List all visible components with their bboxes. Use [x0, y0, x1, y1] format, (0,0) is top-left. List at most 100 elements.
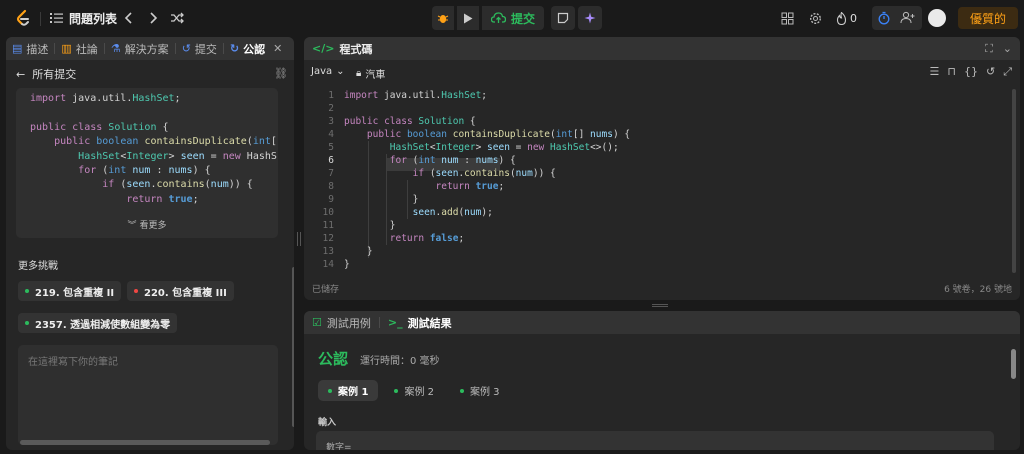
- code-line: 5 HashSet<Integer> seen = new HashSet<>(…: [304, 141, 1020, 154]
- random-problem-button[interactable]: [168, 9, 186, 27]
- vertical-resize-handle[interactable]: [297, 232, 301, 246]
- prev-problem-button[interactable]: [120, 9, 138, 27]
- code-toolbar: Java ⌄ 🔒︎ 汽車 ☰ ⊓ {} ↺ ⤢: [304, 60, 1020, 86]
- case-tab[interactable]: 案例 3: [450, 380, 510, 401]
- left-panel-h-scrollbar[interactable]: [20, 440, 270, 445]
- challenge-chip[interactable]: 219. 包含重複 II: [18, 281, 122, 301]
- result-scrollbar[interactable]: [1011, 349, 1016, 379]
- code-line: 7 if (seen.contains(num)) {: [304, 167, 1020, 180]
- problem-list-button[interactable]: 問題列表: [50, 9, 117, 27]
- share-link-icon[interactable]: ⛓: [274, 67, 288, 80]
- case-tab[interactable]: 案例 1: [318, 380, 379, 401]
- back-to-all-submissions[interactable]: ← 所有提交: [16, 66, 76, 82]
- braces-icon[interactable]: {}: [964, 65, 978, 79]
- pass-dot: [394, 388, 399, 393]
- timer-group: [872, 6, 922, 30]
- tab-test-result[interactable]: >_ 測試結果: [380, 311, 460, 334]
- tab-editorial[interactable]: ▥ 社論: [55, 37, 103, 60]
- code-line: 4 public boolean containsDuplicate(int[]…: [304, 128, 1020, 141]
- difficulty-dot: [25, 321, 29, 325]
- layout-button[interactable]: [778, 9, 796, 27]
- line-text: import java.util.HashSet;: [344, 90, 488, 101]
- notes-textarea[interactable]: 在這裡寫下你的筆記: [18, 345, 278, 445]
- fullscreen-icon[interactable]: ⛶: [985, 42, 993, 56]
- line-number: 14: [322, 259, 334, 270]
- terminal-icon: >_: [387, 316, 403, 329]
- line-number: 12: [322, 233, 334, 244]
- pass-dot: [328, 388, 332, 393]
- cursor-position: 6 號卷，26 號地: [944, 285, 1012, 295]
- ai-assist-button[interactable]: [578, 6, 603, 30]
- streak-counter[interactable]: 0: [836, 9, 857, 27]
- reset-icon[interactable]: ↺: [986, 65, 995, 79]
- tab-testcase[interactable]: ☑ 測試用例: [304, 311, 379, 334]
- case-tabs: 案例 1 案例 2 案例 3: [318, 380, 510, 401]
- see-more-label: 看更多: [139, 221, 167, 231]
- format-icon[interactable]: ☰: [930, 65, 940, 79]
- challenge-chip[interactable]: 2357. 透過相減使數組變為零: [18, 313, 178, 333]
- history-icon: ↺: [181, 42, 191, 55]
- submit-label: 提交: [511, 11, 536, 26]
- debug-button[interactable]: [432, 6, 454, 30]
- tab-accepted-label: 公認: [243, 42, 266, 56]
- left-tabs: ▤ 描述 ▥ 社論 ⚗ 解決方案 ↺ 提交 ↻ 公認 ✕: [6, 37, 294, 60]
- submission-code-line: for (int num : nums) {: [78, 165, 211, 177]
- left-panel-scrollbar[interactable]: [292, 267, 294, 427]
- language-select[interactable]: Java ⌄: [311, 66, 345, 77]
- line-text: }: [344, 194, 419, 205]
- chevron-down-icon[interactable]: ⌄: [1003, 42, 1012, 55]
- settings-button[interactable]: [806, 9, 824, 27]
- code-line: 9 }: [304, 193, 1020, 206]
- submit-button[interactable]: 提交: [482, 6, 545, 30]
- run-button[interactable]: [457, 6, 479, 30]
- challenge-chip[interactable]: 220. 包含重複 III: [127, 281, 234, 301]
- avatar[interactable]: [928, 9, 946, 27]
- see-more-button[interactable]: ︾ 看更多: [16, 218, 278, 231]
- submission-code: import java.util.HashSet; public class S…: [16, 88, 278, 207]
- bug-icon: [437, 15, 449, 23]
- line-text: HashSet<Integer> seen = new HashSet<>();: [389, 142, 619, 153]
- bookmark-icon[interactable]: ⊓: [947, 65, 956, 79]
- chevron-left-icon: [124, 12, 132, 24]
- accepted-icon: ↻: [229, 42, 240, 55]
- line-text: public boolean containsDuplicate(int[] n…: [366, 129, 631, 140]
- line-number: 10: [322, 207, 334, 218]
- line-text: seen.add(num);: [412, 207, 493, 218]
- saved-status: 已儲存: [312, 285, 340, 295]
- editor-scrollbar[interactable]: [1012, 89, 1016, 273]
- horizontal-resize-handle[interactable]: [652, 304, 668, 307]
- notes-button[interactable]: [551, 6, 576, 30]
- line-number: 5: [328, 142, 334, 153]
- close-icon[interactable]: ✕: [273, 42, 282, 55]
- difficulty-dot: [25, 289, 29, 293]
- timer-icon[interactable]: [878, 11, 890, 25]
- leetcode-logo[interactable]: [14, 9, 32, 27]
- chevron-right-icon: [150, 12, 158, 24]
- next-problem-button[interactable]: [144, 9, 162, 27]
- code-line: 2: [304, 102, 1020, 115]
- line-text: if (seen.contains(num)) {: [412, 168, 556, 179]
- case-tab[interactable]: 案例 2: [384, 380, 444, 401]
- code-line: 12 return false;: [304, 232, 1020, 245]
- submission-code-line: public boolean containsDuplicate(int[: [54, 136, 277, 148]
- tab-description[interactable]: ▤ 描述: [6, 37, 54, 60]
- add-user-icon[interactable]: [900, 11, 915, 24]
- tab-submissions[interactable]: ↺ 提交: [176, 37, 223, 60]
- tab-accepted[interactable]: ↻ 公認 ✕: [224, 37, 288, 60]
- line-text: return false;: [389, 233, 465, 244]
- auto-mode-label[interactable]: 🔒︎ 汽車: [356, 66, 385, 81]
- top-bar: 問題列表 提交 0 優質的: [0, 0, 1024, 36]
- chevron-down-icon: ⌄: [336, 66, 345, 77]
- code-title-label: 程式碼: [339, 42, 373, 56]
- submission-code-card: import java.util.HashSet; public class S…: [16, 88, 278, 238]
- code-panel-header: </> 程式碼 ⛶ ⌄: [304, 37, 1020, 60]
- note-icon: [557, 12, 569, 24]
- grid-icon: [781, 12, 793, 24]
- line-number: 1: [328, 90, 334, 101]
- premium-button[interactable]: 優質的: [958, 7, 1018, 29]
- line-text: }: [344, 220, 396, 231]
- settings-icon[interactable]: ⤢: [1003, 65, 1012, 79]
- challenge-label: 2357. 透過相減使數組變為零: [35, 319, 171, 331]
- code-editor[interactable]: 1 import java.util.HashSet; 2 3 public cla…: [304, 89, 1020, 273]
- tab-solutions[interactable]: ⚗ 解決方案: [105, 37, 175, 60]
